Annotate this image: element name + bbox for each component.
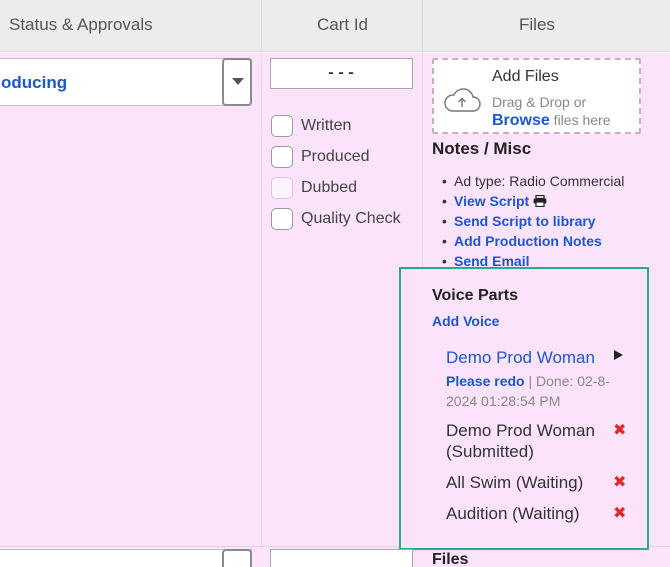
column-divider <box>261 53 262 567</box>
ad-type-text: Ad type: Radio Commercial <box>454 173 625 189</box>
checkbox-disabled <box>271 177 293 199</box>
cart-id-input[interactable] <box>270 549 413 567</box>
chevron-down-icon[interactable] <box>222 549 252 567</box>
header-divider <box>261 0 262 52</box>
voice-part-item: All Swim (Waiting) <box>446 473 584 492</box>
header-files[interactable]: Files <box>519 0 555 52</box>
checkbox[interactable] <box>271 115 293 137</box>
status-select[interactable] <box>0 549 252 567</box>
browse-suffix: files here <box>549 112 611 128</box>
header-cart-id[interactable]: Cart Id <box>317 0 368 52</box>
checkbox-label: Written <box>301 117 352 134</box>
play-icon[interactable] <box>614 350 623 360</box>
voice-part-active-link[interactable]: Demo Prod Woman <box>446 347 595 368</box>
file-dropzone[interactable]: Add Files Drag & Drop or Browse files he… <box>432 58 641 134</box>
status-select[interactable]: oducing <box>0 58 252 106</box>
checkbox-label: Produced <box>301 148 370 165</box>
browse-link[interactable]: Browse <box>492 112 550 129</box>
printer-icon[interactable] <box>533 194 547 208</box>
files-title: Files <box>432 551 469 567</box>
list-item: Add Production Notes <box>442 231 624 251</box>
chevron-down-icon[interactable] <box>222 58 252 106</box>
voice-parts-panel: Voice Parts Add Voice Demo Prod Woman Pl… <box>399 267 649 550</box>
view-script-link[interactable]: View Script <box>454 193 529 209</box>
voice-part-meta: Please redo | Done: 02-8-2024 01:28:54 P… <box>446 371 616 411</box>
notes-title: Notes / Misc <box>432 139 532 158</box>
voice-part-item: Audition (Waiting) <box>446 504 580 523</box>
table-header: Status & Approvals Cart Id Files <box>0 0 670 52</box>
list-item: View Script <box>442 191 624 211</box>
add-production-notes-link[interactable]: Add Production Notes <box>454 233 602 249</box>
header-status-approvals[interactable]: Status & Approvals <box>9 0 153 52</box>
remove-icon[interactable]: ✖ <box>613 420 626 440</box>
header-divider <box>422 0 423 52</box>
checkbox[interactable] <box>271 208 293 230</box>
add-files-title: Add Files <box>492 68 559 85</box>
cart-id-input[interactable]: --- <box>270 58 413 89</box>
cloud-upload-icon <box>444 88 481 112</box>
drag-drop-text: Drag & Drop or <box>492 94 587 110</box>
voice-parts-title: Voice Parts <box>432 287 518 304</box>
add-voice-link[interactable]: Add Voice <box>432 313 499 329</box>
browse-line: Browse files here <box>492 112 611 130</box>
remove-icon[interactable]: ✖ <box>613 472 626 492</box>
notes-list: Ad type: Radio Commercial View Script Se… <box>442 171 625 271</box>
checkbox-label: Quality Check <box>301 210 401 227</box>
please-redo-link[interactable]: Please redo <box>446 373 525 389</box>
ad-type: Ad type: Radio Commercial <box>442 171 625 191</box>
checkbox-label: Dubbed <box>301 179 358 196</box>
send-script-library-link[interactable]: Send Script to library <box>454 213 596 229</box>
list-item: Send Script to library <box>442 211 624 231</box>
status-value: oducing <box>1 73 68 92</box>
voice-part-item: Demo Prod Woman (Submitted) <box>446 421 595 461</box>
checkbox[interactable] <box>271 146 293 168</box>
remove-icon[interactable]: ✖ <box>613 503 626 523</box>
